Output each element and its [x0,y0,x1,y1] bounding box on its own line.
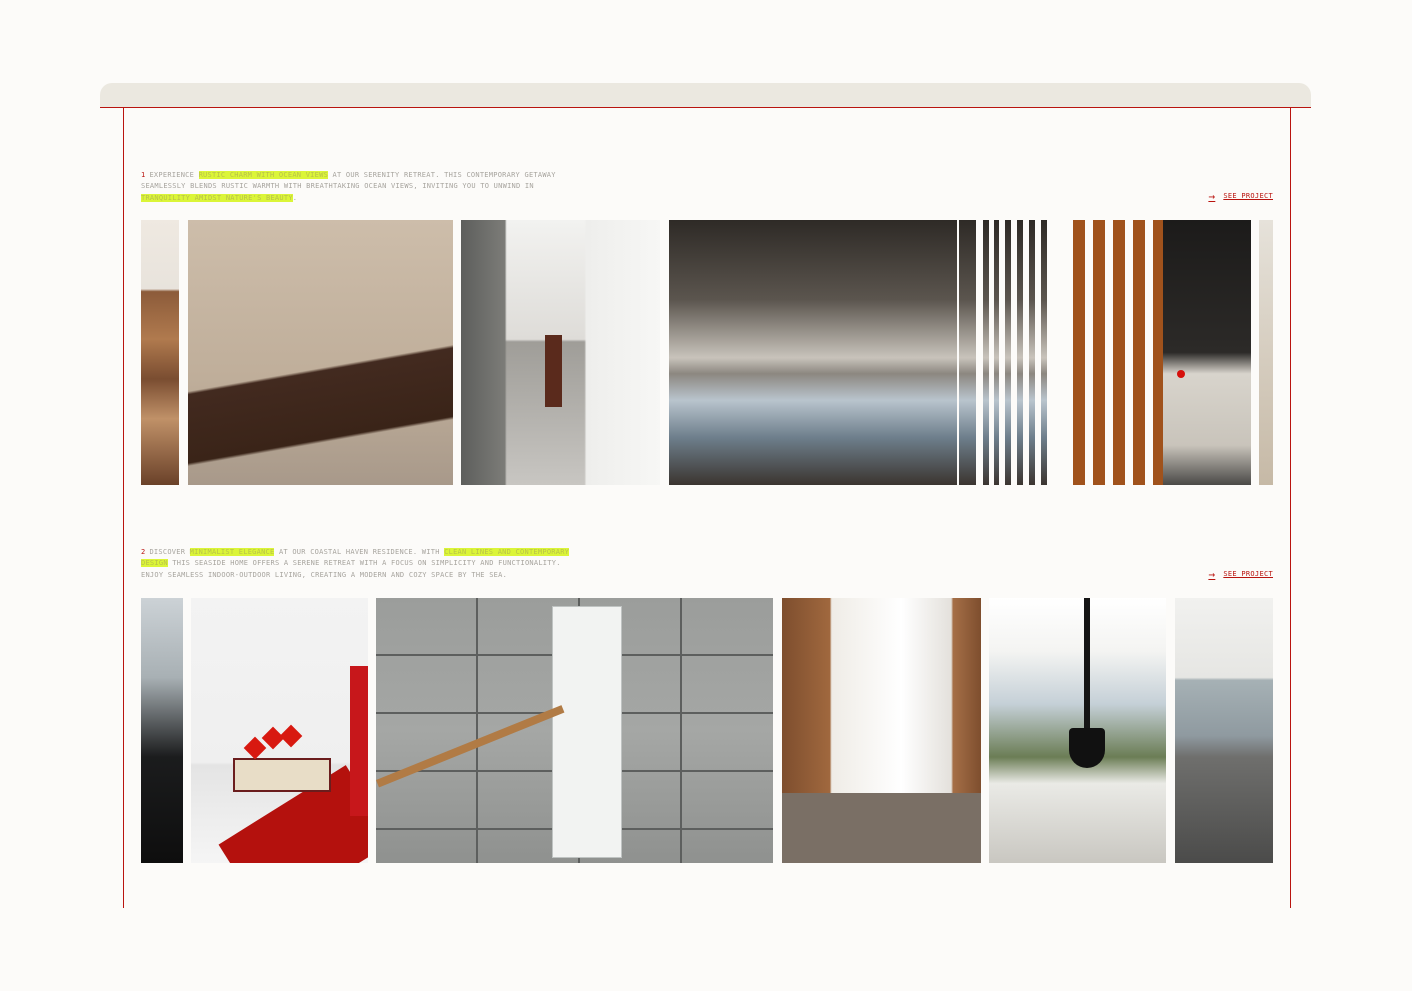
arrow-right-icon: → [1208,189,1216,203]
red-curtain [350,666,368,816]
corridor-door [545,335,562,407]
description-text: DISCOVER [149,548,190,556]
gallery-image-corridor[interactable] [461,220,660,485]
see-project-link-2[interactable]: → SEE PROJECT [1208,567,1273,581]
description-text: . [292,193,298,202]
hanging-fireplace [1069,728,1105,768]
project-2-number: 2 [141,548,146,556]
red-ball [1177,370,1185,378]
project-2: 2 DISCOVER MINIMALIST ELEGANCE AT OUR COA… [141,547,1273,863]
project-1-number: 1 [141,171,146,179]
gallery-image-wood-slats[interactable] [1073,220,1163,485]
gallery-image-sofa-room[interactable] [191,598,368,863]
gallery-image-office[interactable] [1175,598,1273,863]
arrow-right-icon: → [1208,567,1216,581]
sofa [233,758,331,792]
project-2-description: 2 DISCOVER MINIMALIST ELEGANCE AT OUR COA… [141,547,586,581]
project-1-description: 1 EXPERIENCE RUSTIC CHARM WITH OCEAN VIEW… [141,170,586,204]
see-project-label: SEE PROJECT [1223,192,1273,200]
frame-right-line [1290,107,1291,908]
stove-pipe [1084,598,1090,730]
gallery-image-partial[interactable] [1259,220,1273,485]
frame-left-line [123,107,124,908]
see-project-link-1[interactable]: → SEE PROJECT [1208,189,1273,203]
gallery-image-lobby[interactable] [1163,220,1251,485]
project-1: 1 EXPERIENCE RUSTIC CHARM WITH OCEAN VIEW… [141,170,1273,485]
gallery-image-curved-hall[interactable] [782,598,981,863]
card-header-bar [100,83,1311,108]
gallery-image-concrete-wall[interactable] [376,598,773,863]
description-highlight: TRANQUILITY AMIDST NATURE'S BEAUTY [141,193,293,202]
description-text: EXPERIENCE [149,171,199,179]
gallery-image-wooden-bench[interactable] [188,220,453,485]
see-project-label: SEE PROJECT [1223,570,1273,578]
gallery-image-dark-office[interactable] [141,598,183,863]
description-highlight: RUSTIC CHARM WITH OCEAN VIEWS [198,171,329,179]
white-door [552,606,622,858]
description-highlight: MINIMALIST ELEGANCE [189,548,275,556]
description-text: AT OUR COASTAL HAVEN RESIDENCE. WITH [274,548,445,556]
gallery-image-wood-stack[interactable] [141,220,179,485]
wood-handrail [376,705,565,788]
gallery-image-bridge[interactable] [669,220,1064,485]
gallery-image-fireplace[interactable] [989,598,1166,863]
description-text: THIS SEASIDE HOME OFFERS A SERENE RETREA… [141,559,561,579]
